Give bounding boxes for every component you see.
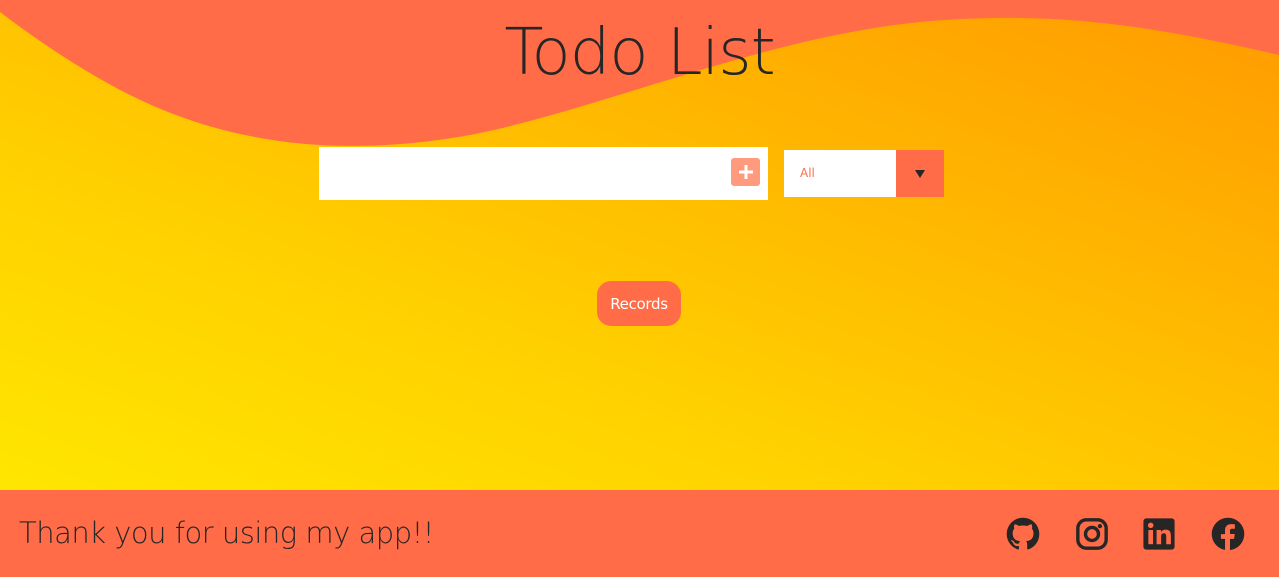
footer: Thank you for using my app!!: [0, 490, 1279, 577]
add-todo-button[interactable]: [731, 158, 760, 186]
filter-selected-value: All: [800, 166, 815, 180]
github-icon[interactable]: [1006, 517, 1040, 551]
plus-icon: [738, 165, 753, 179]
page-title: Todo List: [504, 16, 775, 90]
footer-message: Thank you for using my app!!: [19, 516, 434, 550]
facebook-icon[interactable]: [1211, 517, 1245, 551]
main-area: Todo List All Records: [0, 0, 1279, 490]
instagram-icon[interactable]: [1075, 517, 1109, 551]
todo-form: [319, 147, 768, 200]
filter-select[interactable]: All: [784, 150, 944, 197]
triangle-down-icon: [915, 169, 925, 178]
records-button[interactable]: Records: [597, 281, 681, 326]
todo-input[interactable]: [319, 147, 719, 200]
filter-dropdown-toggle[interactable]: [896, 150, 944, 197]
linkedin-icon[interactable]: [1142, 517, 1176, 551]
